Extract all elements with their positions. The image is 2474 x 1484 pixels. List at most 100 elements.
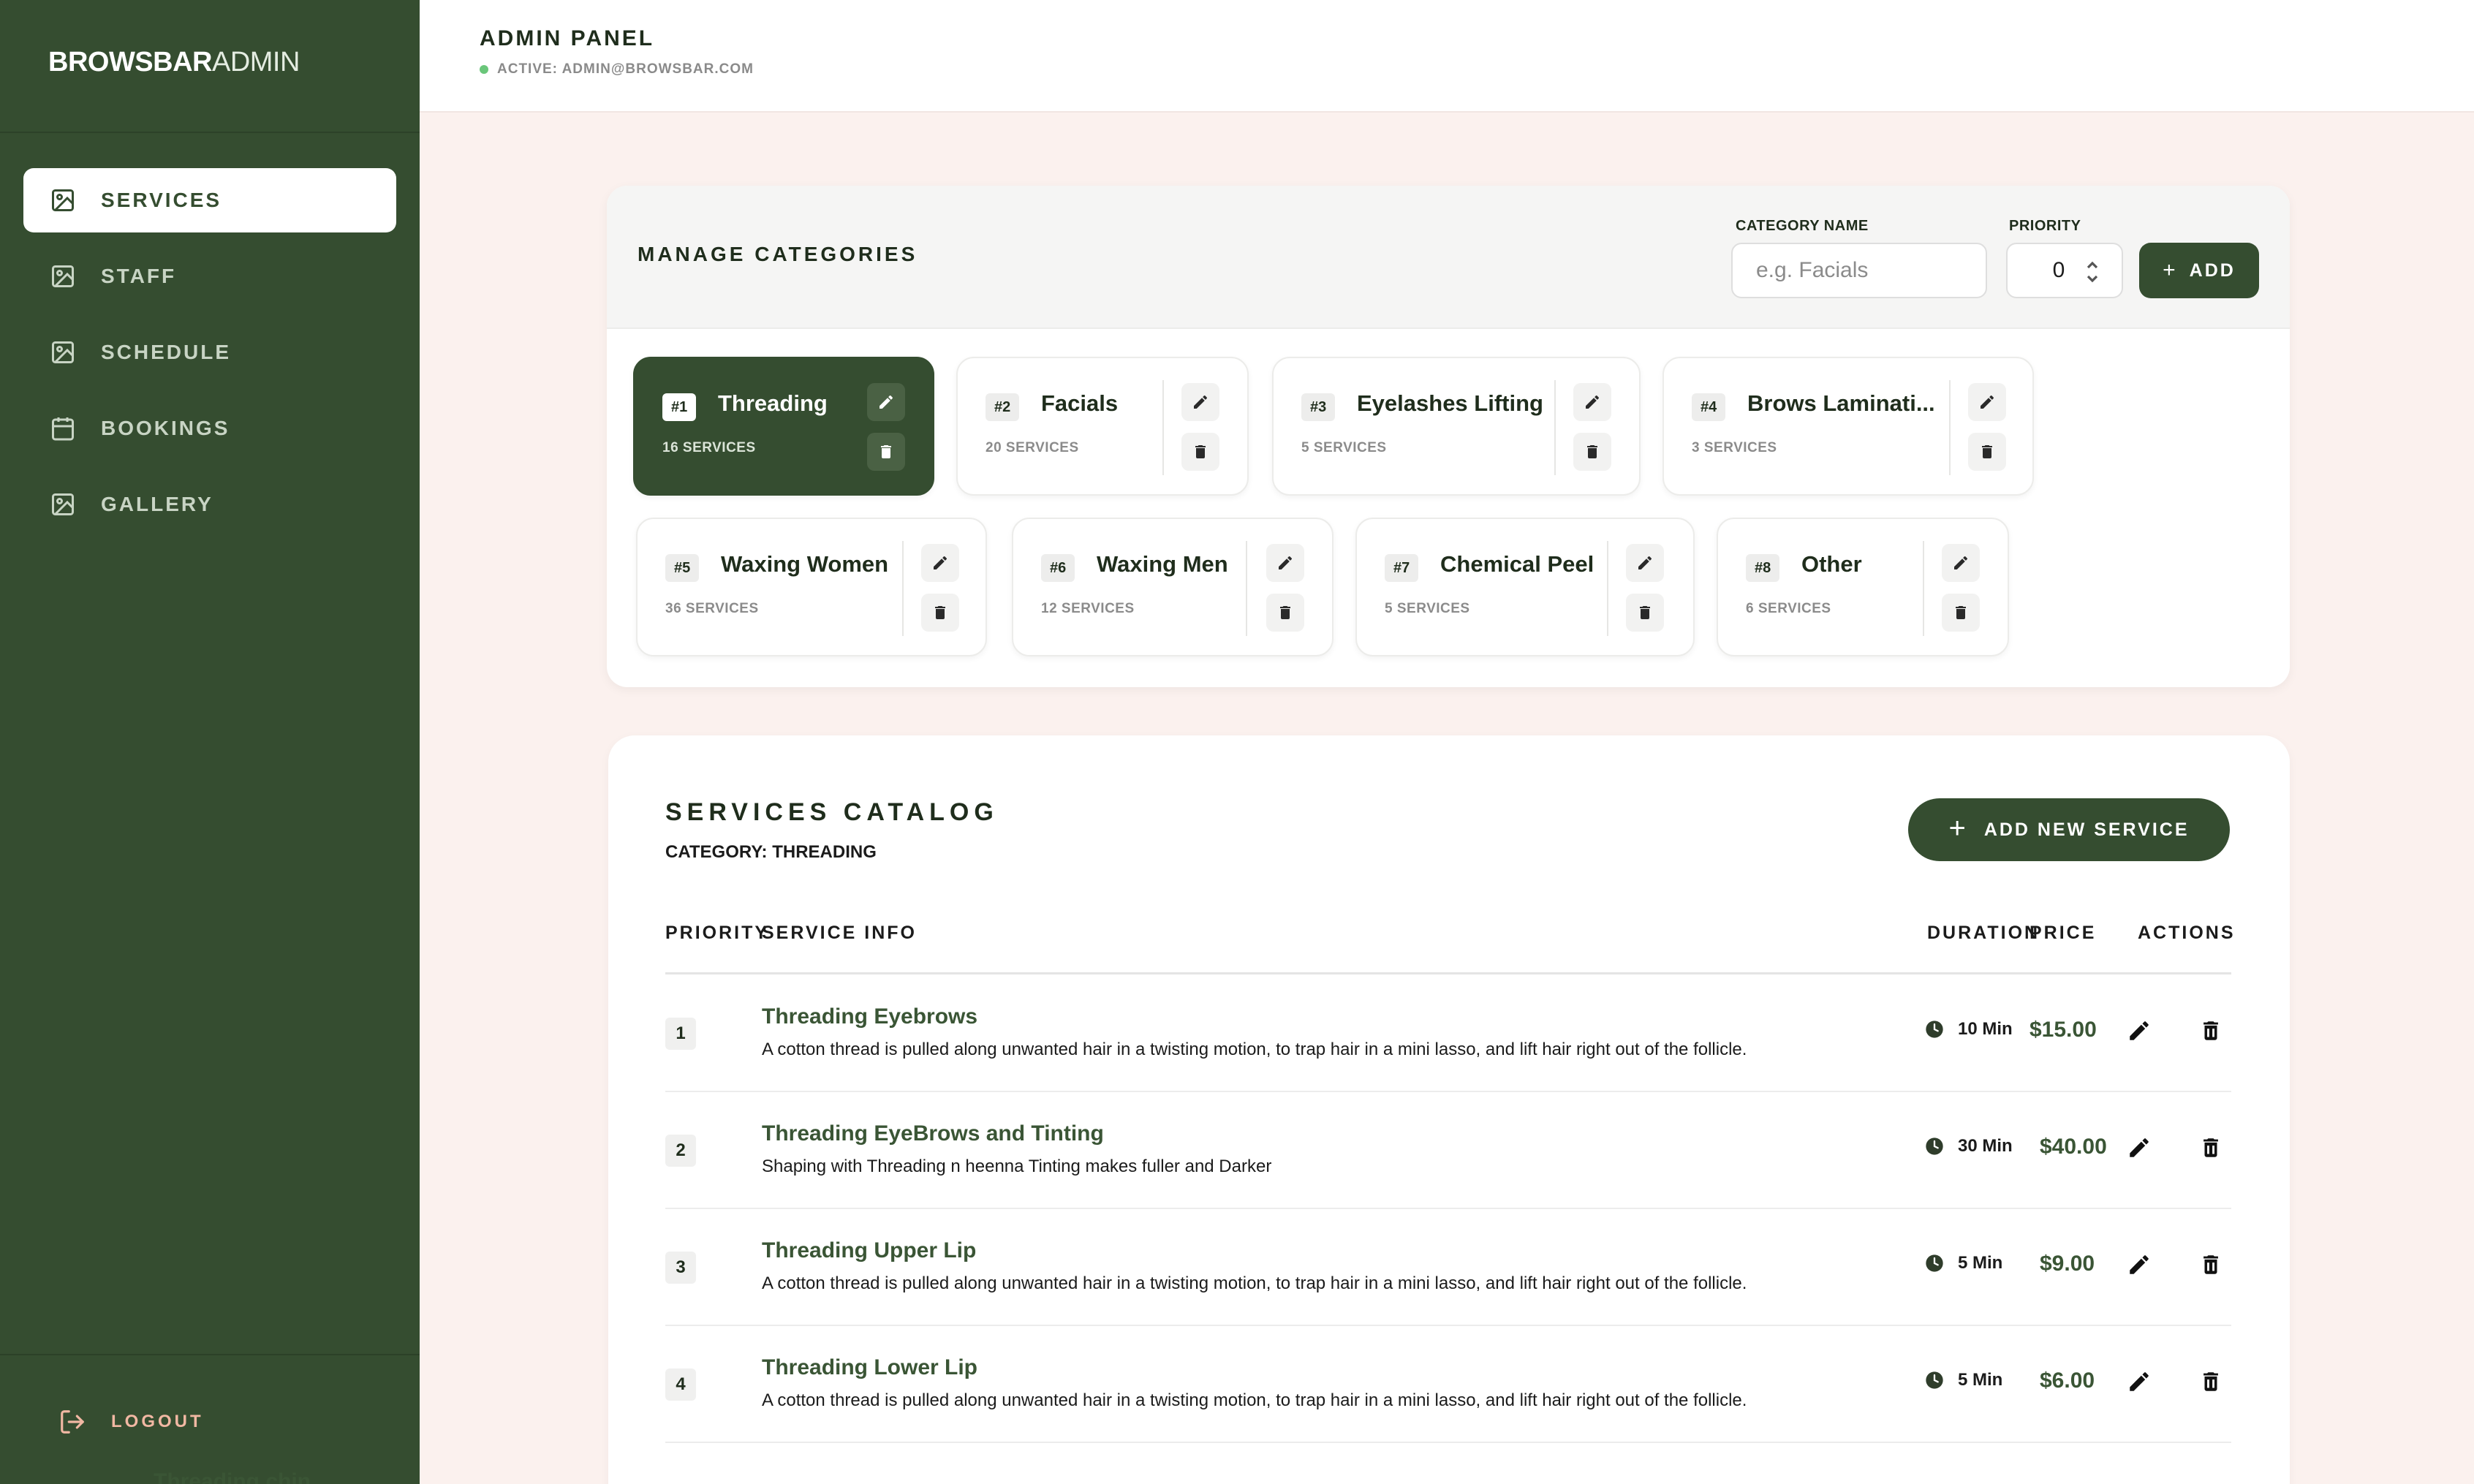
delete-category-button[interactable] [867, 433, 905, 471]
chip-divider [1554, 380, 1556, 475]
delete-category-button[interactable] [1181, 433, 1219, 471]
services-catalog-card: SERVICES CATALOG CATEGORY: THREADING + A… [608, 735, 2290, 1484]
edit-category-button[interactable] [1266, 544, 1304, 582]
category-chip-eyelashes-lifting[interactable]: #3 Eyelashes Lifting 5 SERVICES [1272, 357, 1641, 496]
category-name: Waxing Women [721, 551, 889, 577]
category-chip-other[interactable]: #8 Other 6 SERVICES [1717, 518, 2009, 656]
chip-divider [1246, 541, 1247, 636]
stepper-arrows-icon[interactable] [2085, 259, 2100, 285]
delete-category-button[interactable] [1942, 594, 1980, 632]
manage-categories-title: MANAGE CATEGORIES [638, 243, 918, 265]
edit-category-button[interactable] [1626, 544, 1664, 582]
edit-category-button[interactable] [921, 544, 959, 582]
edit-service-button[interactable] [2125, 1250, 2154, 1279]
brand-logo[interactable]: BROWSBARADMIN [48, 47, 300, 78]
category-chip-facials[interactable]: #2 Facials 20 SERVICES [956, 357, 1249, 496]
column-header-service-info: SERVICE INFO [762, 923, 917, 943]
priority-input[interactable]: 0 [2006, 243, 2123, 298]
category-chip-chemical-peel[interactable]: #7 Chemical Peel 5 SERVICES [1355, 518, 1695, 656]
logout-button[interactable]: LOGOUT [58, 1408, 204, 1436]
pencil-icon [1954, 556, 1967, 569]
delete-service-button[interactable] [2196, 1367, 2225, 1396]
category-chip-threading[interactable]: #1 Threading 16 SERVICES [633, 357, 934, 496]
delete-category-button[interactable] [1968, 433, 2006, 471]
sidebar-item-gallery[interactable]: GALLERY [23, 472, 396, 537]
plus-icon: + [1948, 811, 1968, 844]
table-row[interactable]: 2 Threading EyeBrows and Tinting Shaping… [665, 1092, 2231, 1209]
chip-divider [1923, 541, 1924, 636]
pencil-icon [2130, 1372, 2149, 1391]
category-name: Eyelashes Lifting [1357, 390, 1543, 416]
edit-category-button[interactable] [1968, 383, 2006, 421]
edit-category-button[interactable] [867, 383, 905, 421]
row-priority: 4 [665, 1368, 696, 1401]
table-row[interactable]: 1 Threading Eyebrows A cotton thread is … [665, 975, 2231, 1092]
edit-service-button[interactable] [2125, 1016, 2154, 1045]
duration-value: 10 Min [1958, 1019, 2013, 1039]
edit-category-button[interactable] [1573, 383, 1611, 421]
category-chip-waxing-women[interactable]: #5 Waxing Women 36 SERVICES [636, 518, 987, 656]
service-name: Threading Lower Lip [762, 1355, 978, 1379]
table-row[interactable]: 4 Threading Lower Lip A cotton thread is… [665, 1326, 2231, 1443]
chip-divider [1607, 541, 1608, 636]
edit-category-button[interactable] [1942, 544, 1980, 582]
delete-category-button[interactable] [921, 594, 959, 632]
category-name: Chemical Peel [1440, 551, 1595, 577]
add-category-label: ADD [2189, 260, 2236, 281]
row-priority: 3 [665, 1252, 696, 1284]
category-number: #8 [1746, 554, 1780, 582]
priority-value: 0 [2052, 258, 2065, 282]
service-description: A cotton thread is pulled along unwanted… [762, 1390, 1747, 1410]
delete-service-button[interactable] [2196, 1250, 2225, 1279]
service-name-partial[interactable]: Threading chin [154, 1469, 311, 1484]
row-priority: 1 [665, 1018, 696, 1050]
pencil-icon [1194, 395, 1207, 409]
category-number: #7 [1385, 554, 1419, 582]
clock-icon [1926, 1254, 1943, 1272]
pencil-icon [1279, 556, 1292, 569]
category-chip-waxing-men[interactable]: #6 Waxing Men 12 SERVICES [1012, 518, 1334, 656]
delete-service-button[interactable] [2196, 1016, 2225, 1045]
clock-icon [1926, 1137, 1943, 1155]
delete-category-button[interactable] [1626, 594, 1664, 632]
category-number: #1 [662, 393, 697, 421]
manage-categories-card: MANAGE CATEGORIES CATEGORY NAME e.g. Fac… [607, 186, 2290, 687]
category-name: Other [1801, 551, 1862, 577]
delete-category-button[interactable] [1266, 594, 1304, 632]
logout-label: LOGOUT [111, 1412, 204, 1431]
category-service-count: 5 SERVICES [1301, 440, 1387, 455]
add-category-button[interactable]: + ADD [2139, 243, 2259, 298]
trash-icon [2203, 1255, 2218, 1274]
service-price: $15.00 [2029, 1018, 2097, 1042]
service-price: $9.00 [2040, 1252, 2095, 1276]
delete-category-button[interactable] [1573, 433, 1611, 471]
trash-icon [1640, 606, 1650, 619]
sidebar-item-label: BOOKINGS [101, 417, 230, 439]
pencil-icon [1981, 395, 1994, 409]
table-row[interactable]: 3 Threading Upper Lip A cotton thread is… [665, 1209, 2231, 1326]
category-chip-brows-lamination[interactable]: #4 Brows Laminati... 3 SERVICES [1662, 357, 2034, 496]
sidebar-item-schedule[interactable]: SCHEDULE [23, 320, 396, 385]
delete-service-button[interactable] [2196, 1133, 2225, 1162]
edit-category-button[interactable] [1181, 383, 1219, 421]
chip-divider [902, 541, 904, 636]
add-new-service-button[interactable]: + ADD NEW SERVICE [1908, 798, 2230, 861]
pencil-icon [879, 395, 893, 409]
edit-service-button[interactable] [2125, 1367, 2154, 1396]
column-header-priority: PRIORITY [665, 923, 770, 943]
service-description: A cotton thread is pulled along unwanted… [762, 1040, 1747, 1059]
edit-service-button[interactable] [2125, 1133, 2154, 1162]
column-header-actions: ACTIONS [2138, 923, 2236, 943]
service-price: $40.00 [2040, 1135, 2107, 1159]
category-name-input[interactable]: e.g. Facials [1731, 243, 1987, 298]
image-icon [52, 265, 74, 287]
duration-value: 5 Min [1958, 1370, 2003, 1390]
trash-icon [2203, 1372, 2218, 1391]
status-dot-icon [480, 65, 488, 74]
sidebar-item-bookings[interactable]: BOOKINGS [23, 396, 396, 461]
category-name: Threading [718, 390, 828, 416]
sidebar-nav: SERVICES STAFF SCHEDULE BOOKINGS GALLERY [23, 168, 396, 548]
add-new-service-label: ADD NEW SERVICE [1983, 819, 2190, 840]
sidebar-item-staff[interactable]: STAFF [23, 244, 396, 308]
sidebar-item-services[interactable]: SERVICES [23, 168, 396, 232]
